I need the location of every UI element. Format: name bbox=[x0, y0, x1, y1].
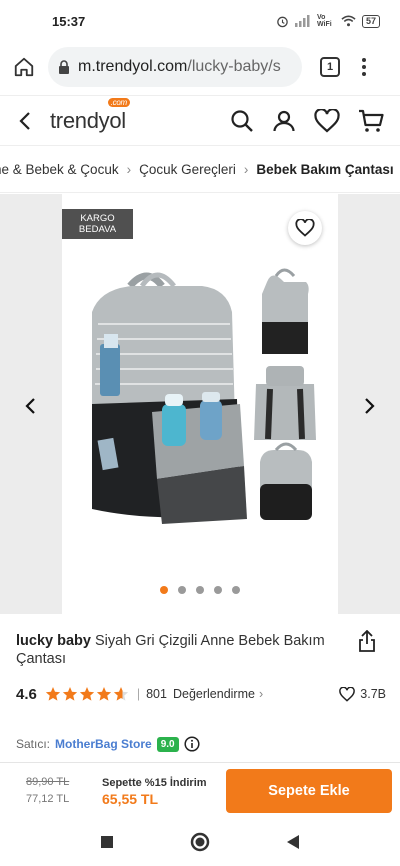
basket-discount-label: Sepette %15 İndirim bbox=[102, 776, 207, 789]
sale-price: 77,12 TL bbox=[26, 792, 70, 805]
gallery-next-button[interactable] bbox=[358, 394, 382, 418]
heart-icon[interactable] bbox=[314, 108, 340, 133]
purchase-bar: 89,90 TL 77,12 TL Sepette %15 İndirim 65… bbox=[0, 762, 400, 818]
seller-name-link[interactable]: MotherBag Store bbox=[55, 737, 152, 751]
back-button[interactable] bbox=[0, 111, 50, 131]
product-brand[interactable]: lucky baby bbox=[16, 633, 91, 649]
header-actions bbox=[230, 108, 400, 133]
info-icon[interactable] bbox=[184, 736, 200, 752]
bag-thumbnail-front bbox=[262, 268, 309, 354]
price-block: 89,90 TL 77,12 TL bbox=[26, 774, 86, 808]
url-domain: m.trendyol.com bbox=[78, 58, 188, 75]
chevron-left-icon bbox=[25, 398, 35, 414]
bag-thumbnail-top bbox=[260, 442, 312, 520]
user-icon[interactable] bbox=[272, 109, 296, 133]
review-count[interactable]: 801 bbox=[146, 687, 167, 701]
favorite-count[interactable]: 3.7B bbox=[339, 686, 386, 702]
star-icon bbox=[79, 687, 94, 701]
heart-icon bbox=[295, 219, 315, 237]
favorite-button[interactable] bbox=[288, 211, 322, 245]
free-shipping-badge: KARGO BEDAVA bbox=[62, 209, 133, 239]
star-icon bbox=[62, 687, 77, 701]
pagination-dot[interactable] bbox=[160, 586, 168, 594]
add-to-cart-button[interactable]: Sepete Ekle bbox=[226, 769, 392, 813]
pagination-dot[interactable] bbox=[196, 586, 204, 594]
product-image-frame bbox=[62, 194, 338, 614]
logo-text: trendyol bbox=[50, 107, 126, 133]
gallery-prev-button[interactable] bbox=[18, 394, 42, 418]
wifi-icon bbox=[341, 15, 356, 27]
home-circle-icon[interactable] bbox=[190, 832, 210, 852]
rating-stars bbox=[45, 686, 129, 702]
signal-icon bbox=[294, 15, 310, 27]
badge-line2: BEDAVA bbox=[78, 224, 117, 235]
divider: | bbox=[136, 687, 141, 701]
heart-icon bbox=[339, 686, 356, 702]
breadcrumb-current[interactable]: Bebek Bakım Çantası bbox=[256, 162, 393, 177]
chevron-right-icon: › bbox=[126, 161, 132, 177]
chevron-right-icon bbox=[365, 398, 375, 414]
pagination-dot[interactable] bbox=[214, 586, 222, 594]
browser-toolbar: m.trendyol.com/lucky-baby/s 1 bbox=[0, 42, 400, 92]
address-bar[interactable]: m.trendyol.com/lucky-baby/s bbox=[48, 47, 302, 87]
review-link[interactable]: Değerlendirme bbox=[173, 687, 255, 701]
breadcrumb-item[interactable]: Çocuk Gereçleri bbox=[139, 162, 236, 177]
badge-line1: KARGO bbox=[80, 213, 115, 224]
rating-row: 4.6 | 801 Değerlendirme › 3.7B bbox=[16, 684, 386, 704]
trendyol-logo[interactable]: trendyol .com bbox=[50, 97, 130, 134]
share-button[interactable] bbox=[358, 629, 376, 657]
site-header: trendyol .com bbox=[0, 95, 400, 145]
chevron-left-icon bbox=[19, 111, 30, 130]
star-icon bbox=[113, 687, 128, 701]
browser-menu-icon[interactable] bbox=[362, 58, 366, 76]
basket-discount-block: Sepette %15 İndirim 65,55 TL bbox=[102, 775, 207, 807]
chevron-right-icon: › bbox=[243, 161, 249, 177]
pagination-dot[interactable] bbox=[232, 586, 240, 594]
search-icon[interactable] bbox=[230, 109, 254, 133]
gallery-pagination bbox=[0, 586, 400, 594]
star-icon bbox=[45, 687, 60, 701]
url-path: /lucky-baby/s bbox=[187, 58, 281, 75]
share-icon bbox=[359, 629, 375, 652]
lock-icon bbox=[59, 60, 69, 74]
product-image[interactable] bbox=[62, 194, 338, 574]
original-price: 89,90 TL bbox=[26, 775, 70, 788]
status-icons: Vo WiFi 57 bbox=[276, 14, 380, 28]
breadcrumb-item[interactable]: ne & Bebek & Çocuk bbox=[0, 162, 119, 177]
star-icon bbox=[96, 687, 111, 701]
bag-thumbnail-back bbox=[254, 366, 316, 440]
home-icon bbox=[14, 57, 34, 77]
rating-value: 4.6 bbox=[16, 685, 37, 703]
url-text: m.trendyol.com/lucky-baby/s bbox=[78, 58, 281, 76]
bag-main-illustration bbox=[92, 272, 247, 524]
seller-score-badge: 9.0 bbox=[156, 736, 179, 752]
cart-icon[interactable] bbox=[358, 109, 384, 133]
logo-badge: .com bbox=[107, 97, 130, 107]
product-title: lucky baby Siyah Gri Çizgili Anne Bebek … bbox=[16, 632, 336, 668]
alarm-icon bbox=[277, 16, 288, 27]
android-navigation-bar bbox=[0, 818, 400, 866]
pagination-dot[interactable] bbox=[178, 586, 186, 594]
status-bar: 15:37 Vo WiFi 57 bbox=[0, 0, 400, 42]
status-time: 15:37 bbox=[52, 13, 86, 29]
chevron-right-icon: › bbox=[258, 687, 264, 701]
product-gallery[interactable]: KARGO BEDAVA bbox=[0, 194, 400, 614]
favorite-count-value: 3.7B bbox=[360, 687, 386, 701]
battery-indicator: 57 bbox=[361, 14, 380, 28]
back-triangle-icon[interactable] bbox=[286, 834, 300, 850]
home-button[interactable] bbox=[0, 56, 48, 78]
final-price: 65,55 TL bbox=[102, 790, 159, 807]
seller-label: Satıcı: bbox=[16, 737, 51, 751]
volte-indicator: Vo WiFi bbox=[316, 14, 332, 28]
tab-switcher-button[interactable]: 1 bbox=[320, 57, 340, 77]
breadcrumb: ne & Bebek & Çocuk › Çocuk Gereçleri › B… bbox=[0, 145, 400, 193]
recents-icon[interactable] bbox=[100, 835, 114, 849]
seller-row: Satıcı: MotherBag Store 9.0 bbox=[16, 736, 200, 752]
